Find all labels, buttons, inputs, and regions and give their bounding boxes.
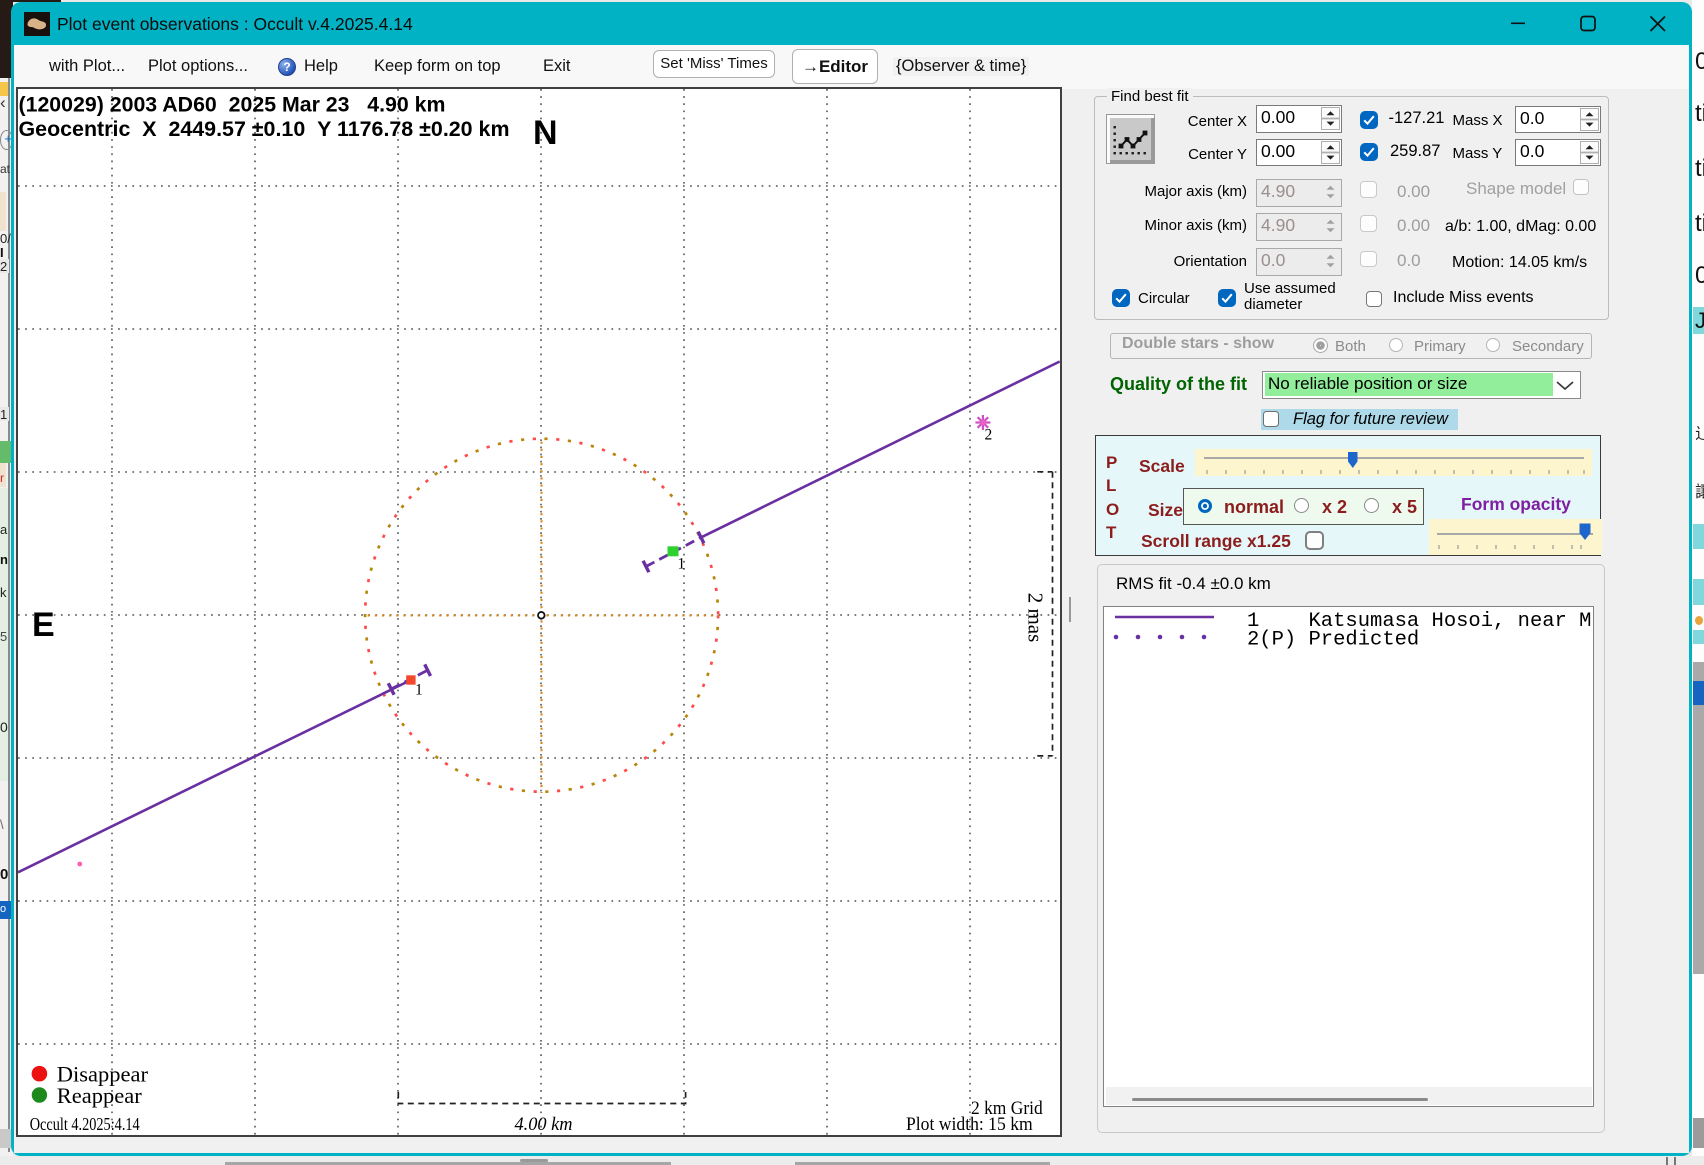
svg-text:2(P) Predicted: 2(P) Predicted — [1247, 629, 1419, 652]
